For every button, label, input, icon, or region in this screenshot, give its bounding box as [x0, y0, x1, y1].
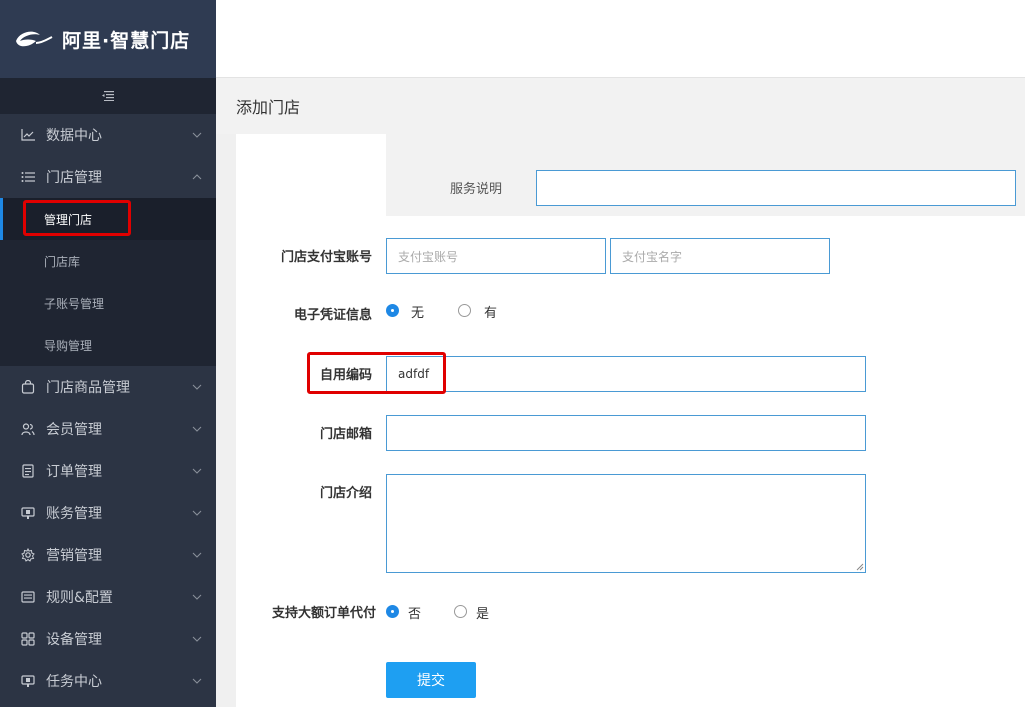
service-desc-label: 服务说明	[450, 182, 503, 197]
chevron-down-icon	[192, 130, 202, 140]
sidebar-subitem-shopping-guides[interactable]: 导购管理	[0, 324, 216, 366]
alipay-account-label: 门店支付宝账号	[280, 250, 372, 265]
sidebar-item-label: 营销管理	[46, 548, 102, 564]
store-intro-label: 门店介绍	[319, 486, 372, 501]
large-order-yes-label: 是	[476, 607, 490, 622]
sidebar-item-store-management[interactable]: 门店管理	[0, 156, 216, 198]
task-icon	[20, 673, 36, 689]
page-title: 添加门店	[236, 98, 301, 117]
sidebar-item-rules-config[interactable]: 规则&配置	[0, 576, 216, 618]
sidebar-item-label: 规则&配置	[46, 590, 113, 606]
sidebar-subitem-label: 门店库	[44, 254, 81, 269]
sidebar-item-members[interactable]: 会员管理	[0, 408, 216, 450]
order-icon	[20, 463, 36, 479]
sidebar-subitem-store-library[interactable]: 门店库	[0, 240, 216, 282]
menu-collapse-icon	[102, 91, 114, 101]
chevron-down-icon	[192, 382, 202, 392]
sidebar-item-task-center[interactable]: 任务中心	[0, 660, 216, 702]
resize-grip-icon[interactable]	[856, 563, 864, 571]
bag-icon	[20, 379, 36, 395]
sidebar-item-label: 数据中心	[46, 128, 102, 144]
sidebar-subitem-sub-accounts[interactable]: 子账号管理	[0, 282, 216, 324]
chevron-down-icon	[192, 634, 202, 644]
rules-icon	[20, 589, 36, 605]
chevron-down-icon	[192, 592, 202, 602]
sidebar-item-label: 会员管理	[46, 422, 102, 438]
store-management-submenu: 管理门店 门店库 子账号管理 导购管理	[0, 198, 216, 366]
voucher-yes-radio[interactable]	[458, 304, 471, 317]
sidebar-item-marketing[interactable]: 营销管理	[0, 534, 216, 576]
finance-icon	[20, 505, 36, 521]
sidebar-item-label: 订单管理	[46, 464, 102, 480]
chevron-down-icon	[192, 466, 202, 476]
large-order-label: 支持大额订单代付	[271, 606, 376, 621]
custom-code-label: 自用编码	[319, 368, 372, 383]
store-intro-textarea[interactable]	[386, 474, 866, 573]
chevron-down-icon	[192, 424, 202, 434]
voucher-yes-label: 有	[484, 306, 498, 321]
voucher-label: 电子凭证信息	[293, 308, 372, 323]
chevron-up-icon	[192, 172, 202, 182]
sidebar-item-label: 门店商品管理	[46, 380, 130, 396]
gear-icon	[20, 547, 36, 563]
sidebar-item-orders[interactable]: 订单管理	[0, 450, 216, 492]
chevron-down-icon	[192, 508, 202, 518]
voucher-none-label: 无	[411, 306, 425, 321]
alibaba-logo-icon	[16, 31, 53, 47]
sidebar-subitem-label: 子账号管理	[44, 296, 105, 311]
store-email-label: 门店邮箱	[319, 427, 372, 442]
service-desc-input[interactable]	[536, 170, 1016, 206]
add-store-form: 服务说明 门店支付宝账号 支付宝账号 支付宝名字 电子凭证信息 无 有 自用编码…	[236, 134, 1025, 707]
sidebar-subitem-label: 导购管理	[44, 338, 93, 353]
service-panel: 服务说明	[386, 134, 1025, 216]
sidebar: 阿里·智慧门店 数据中心 门店管理 管理门店 门店库 子账号管理 导购管理 门店…	[0, 0, 216, 707]
sidebar-subitem-label: 管理门店	[44, 212, 93, 227]
alipay-name-input[interactable]: 支付宝名字	[610, 238, 830, 274]
grid-icon	[20, 631, 36, 647]
sidebar-item-label: 账务管理	[46, 506, 102, 522]
sidebar-item-label: 门店管理	[46, 170, 102, 186]
alipay-account-input[interactable]: 支付宝账号	[386, 238, 606, 274]
sidebar-item-store-products[interactable]: 门店商品管理	[0, 366, 216, 408]
store-email-input[interactable]	[386, 415, 866, 451]
users-icon	[20, 421, 36, 437]
sidebar-menu: 数据中心 门店管理 管理门店 门店库 子账号管理 导购管理 门店商品管理 会员管…	[0, 114, 216, 702]
chevron-down-icon	[192, 550, 202, 560]
sidebar-item-label: 任务中心	[46, 674, 102, 690]
chart-line-icon	[20, 127, 36, 143]
sidebar-item-label: 设备管理	[46, 632, 102, 648]
large-order-no-radio[interactable]	[386, 605, 399, 618]
voucher-none-radio[interactable]	[386, 304, 399, 317]
large-order-no-label: 否	[408, 607, 422, 622]
sidebar-item-data-center[interactable]: 数据中心	[0, 114, 216, 156]
logo[interactable]: 阿里·智慧门店	[0, 0, 216, 78]
sidebar-subitem-manage-stores[interactable]: 管理门店	[0, 198, 216, 240]
sidebar-item-devices[interactable]: 设备管理	[0, 618, 216, 660]
custom-code-input[interactable]: adfdf	[386, 356, 866, 392]
top-header	[216, 0, 1025, 78]
page-header: 添加门店	[216, 78, 1025, 134]
large-order-yes-radio[interactable]	[454, 605, 467, 618]
menu-collapse-button[interactable]	[0, 78, 216, 114]
sidebar-item-finance[interactable]: 账务管理	[0, 492, 216, 534]
brand-name: 阿里·智慧门店	[62, 29, 191, 52]
submit-button[interactable]: 提交	[386, 662, 476, 698]
list-icon	[20, 169, 36, 185]
chevron-down-icon	[192, 676, 202, 686]
